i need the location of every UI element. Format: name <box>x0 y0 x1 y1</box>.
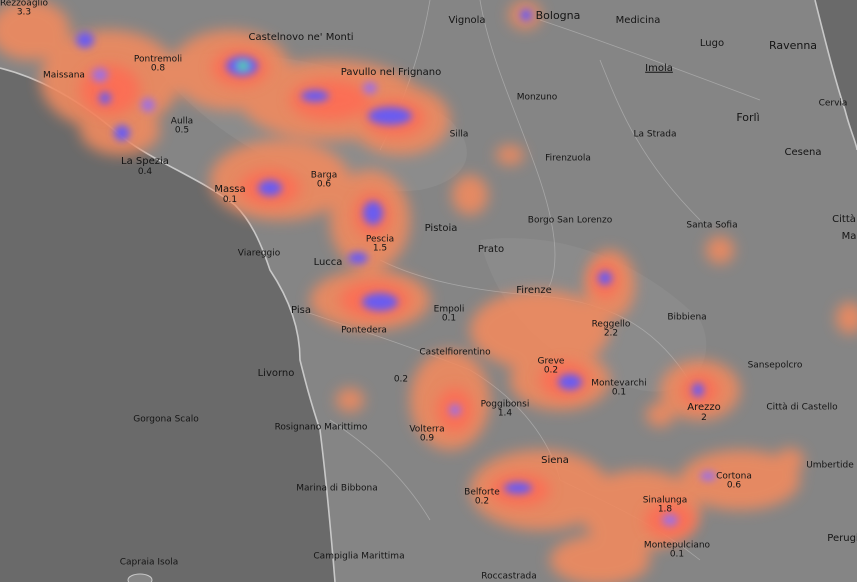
map-base-layer <box>0 0 857 582</box>
precipitation-heatmap[interactable]: Rezzoaglio 3.3 Bologna Vignola Medicina Caste… <box>0 0 857 582</box>
capraia-island <box>127 573 153 582</box>
